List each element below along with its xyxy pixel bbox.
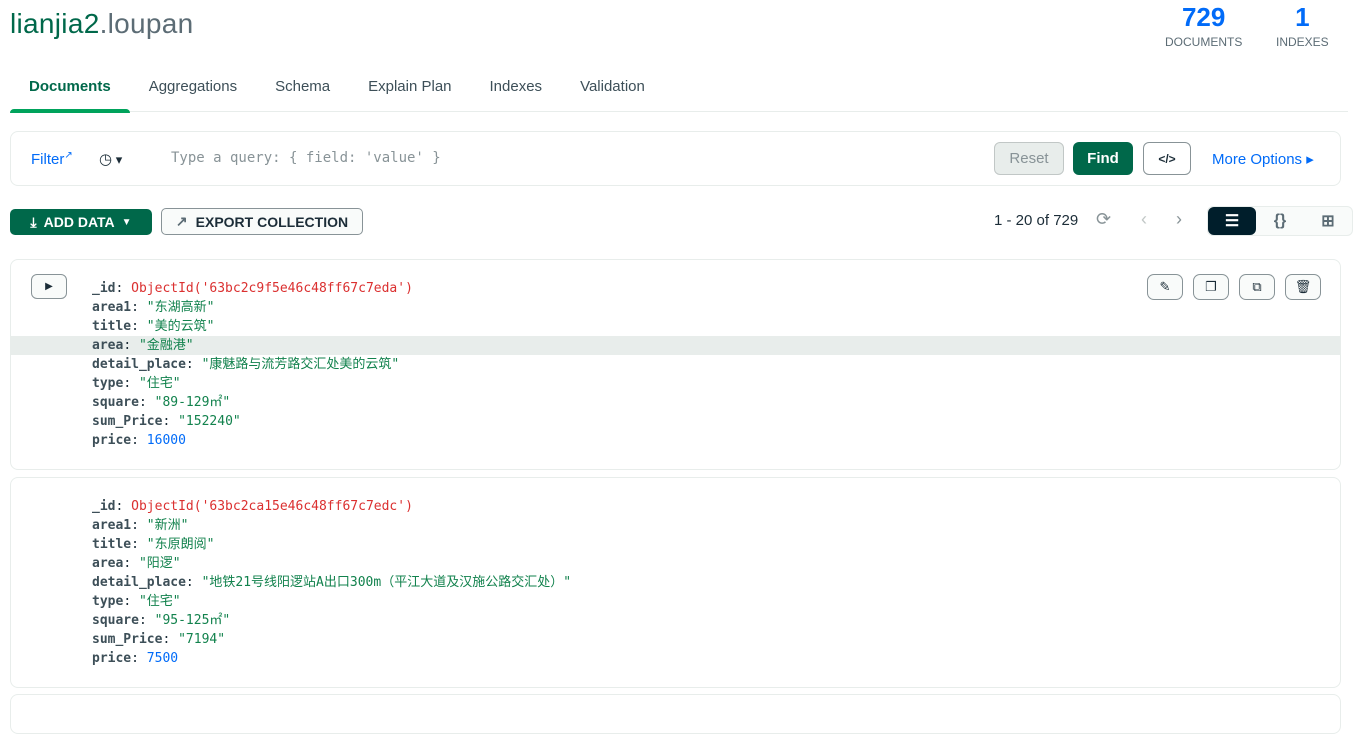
field-title: title: "东原朗阅" xyxy=(92,537,215,552)
field-title: title: "美的云筑" xyxy=(92,319,215,334)
prev-page-icon[interactable]: ‹ xyxy=(1141,209,1147,230)
reset-button[interactable]: Reset xyxy=(994,142,1064,175)
table-view-icon[interactable]: ⊞ xyxy=(1304,207,1352,235)
field-area1: area1: "东湖高新" xyxy=(92,300,215,315)
collection-title: lianjia2.loupan xyxy=(10,8,194,39)
indexes-stat: 1 INDEXES xyxy=(1276,2,1329,49)
tab-indexes[interactable]: Indexes xyxy=(471,70,562,112)
field-area: area: "阳逻" xyxy=(92,556,181,571)
field-sum-price: sum_Price: "7194" xyxy=(92,632,226,647)
field-detail-place: detail_place: "地铁21号线阳逻站A出口300m（平江大道及汉施公… xyxy=(92,575,572,590)
more-options-button[interactable]: More Options ▸ xyxy=(1212,150,1314,168)
json-view-icon[interactable]: {} xyxy=(1256,207,1304,235)
documents-stat: 729 DOCUMENTS xyxy=(1165,2,1243,49)
tab-aggregations[interactable]: Aggregations xyxy=(130,70,256,112)
field-id: _id: ObjectId('63bc2c9f5e46c48ff67c7eda'… xyxy=(92,281,413,296)
export-icon: ↗ xyxy=(175,213,188,229)
filter-bar: Filter↗ ◷ ▾ Type a query: { field: 'valu… xyxy=(10,131,1341,186)
tab-schema[interactable]: Schema xyxy=(256,70,349,112)
document-fields: _id: ObjectId('63bc2ca15e46c48ff67c7edc'… xyxy=(11,497,1340,668)
download-icon: ⤓ xyxy=(30,213,37,230)
add-data-button[interactable]: ⤓ ADD DATA ▼ xyxy=(10,209,152,235)
tab-validation[interactable]: Validation xyxy=(561,70,664,112)
tab-explain-plan[interactable]: Explain Plan xyxy=(349,70,470,112)
pagination-text: 1 - 20 of 729 xyxy=(994,212,1079,229)
field-area[interactable]: area: "金融港" xyxy=(11,336,1340,355)
clock-icon: ◷ xyxy=(99,151,113,168)
document-card: ▶ ✎ ❐ ⧉ 🗑 _id: ObjectId('63bc2c9f5e46c48… xyxy=(10,259,1341,470)
tab-bar: Documents Aggregations Schema Explain Pl… xyxy=(10,70,1348,113)
refresh-icon[interactable]: ⟳ xyxy=(1096,209,1111,230)
query-input[interactable]: Type a query: { field: 'value' } xyxy=(171,150,441,166)
find-button[interactable]: Find xyxy=(1073,142,1133,175)
tab-documents[interactable]: Documents xyxy=(10,70,130,113)
field-id: _id: ObjectId('63bc2ca15e46c48ff67c7edc'… xyxy=(92,499,413,514)
filter-link[interactable]: Filter↗ xyxy=(31,150,73,168)
field-price: price: 16000 xyxy=(92,433,186,448)
code-view-button[interactable]: </> xyxy=(1143,142,1191,175)
field-detail-place: detail_place: "康魅路与流芳路交汇处美的云筑" xyxy=(92,357,400,372)
document-card xyxy=(10,694,1341,734)
field-type: type: "住宅" xyxy=(92,376,181,391)
export-collection-button[interactable]: ↗ EXPORT COLLECTION xyxy=(161,208,363,235)
field-price: price: 7500 xyxy=(92,651,179,666)
external-link-icon: ↗ xyxy=(64,150,73,161)
document-card: _id: ObjectId('63bc2ca15e46c48ff67c7edc'… xyxy=(10,477,1341,688)
chevron-down-icon: ▼ xyxy=(121,216,132,228)
view-switcher: ☰ {} ⊞ xyxy=(1207,206,1353,236)
field-type: type: "住宅" xyxy=(92,594,181,609)
document-fields: _id: ObjectId('63bc2c9f5e46c48ff67c7eda'… xyxy=(11,279,1340,450)
field-area1: area1: "新洲" xyxy=(92,518,189,533)
field-sum-price: sum_Price: "152240" xyxy=(92,414,241,429)
query-history-button[interactable]: ◷ ▾ xyxy=(99,150,122,168)
list-view-icon[interactable]: ☰ xyxy=(1208,207,1256,235)
field-square: square: "89-129㎡" xyxy=(92,395,231,410)
next-page-icon[interactable]: › xyxy=(1176,209,1182,230)
field-square: square: "95-125㎡" xyxy=(92,613,231,628)
